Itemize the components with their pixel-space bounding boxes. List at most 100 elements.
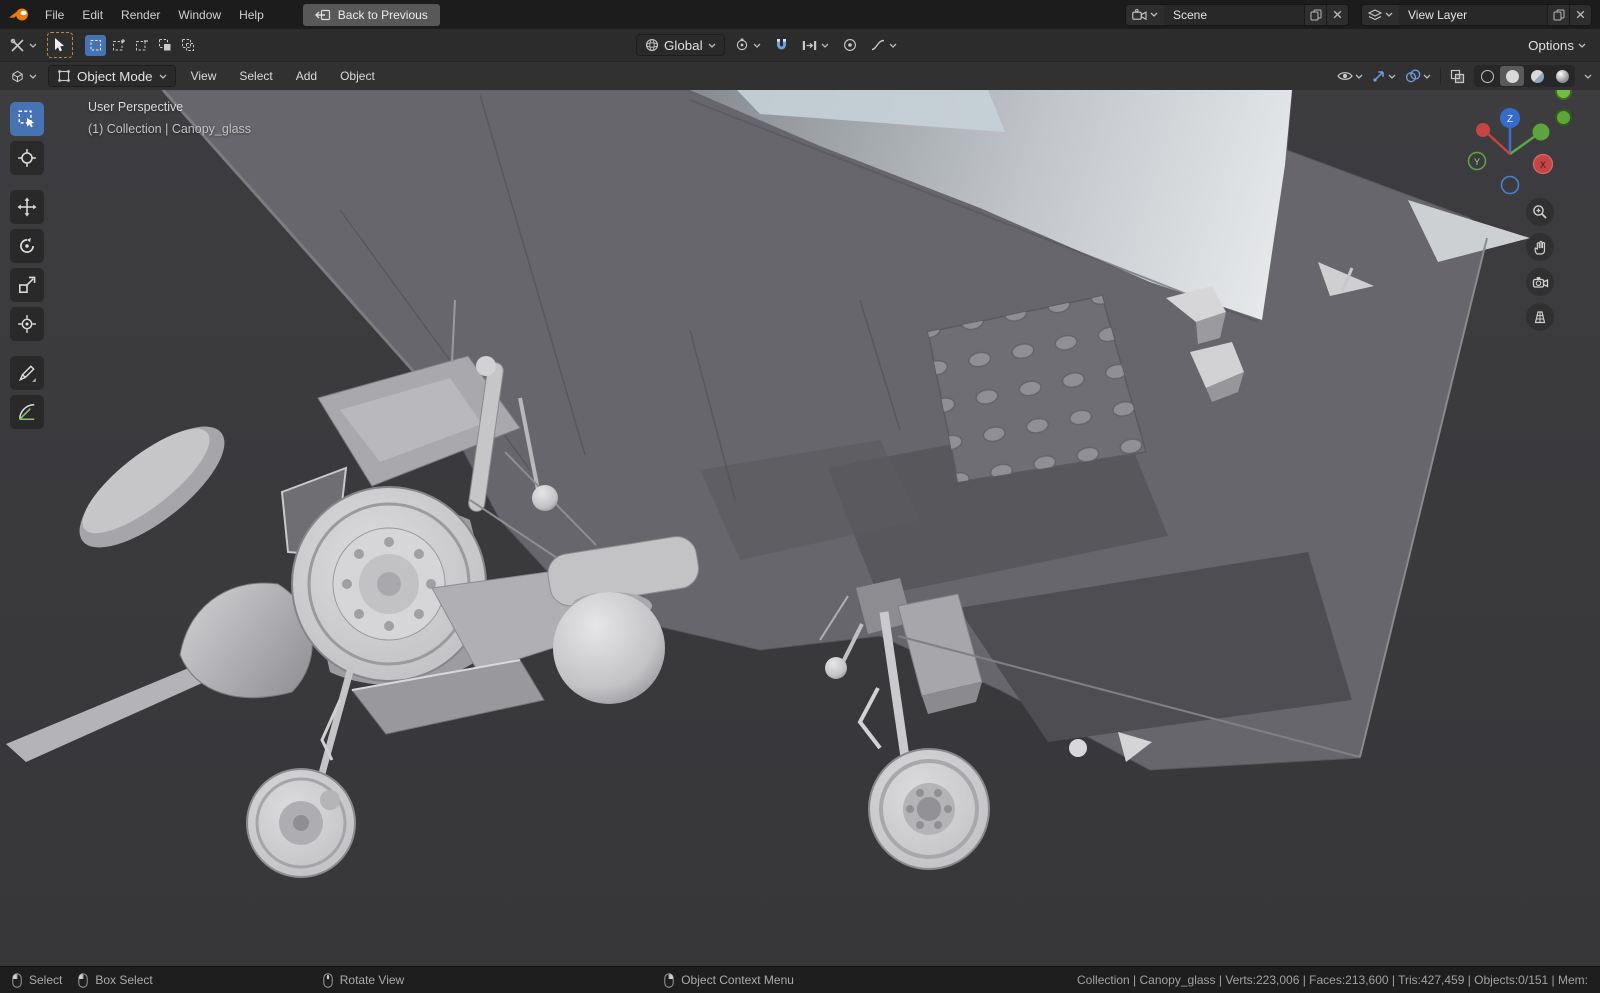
rotate-tool[interactable] bbox=[10, 229, 44, 263]
view-layer-browse-button[interactable] bbox=[1362, 5, 1399, 25]
editor-type-button[interactable] bbox=[6, 65, 41, 87]
scene-browse-button[interactable] bbox=[1126, 5, 1164, 25]
scene-statistics: Collection | Canopy_glass | Verts:223,00… bbox=[1077, 973, 1588, 987]
chevron-down-icon bbox=[1388, 74, 1396, 79]
pivot-point-dropdown[interactable] bbox=[731, 34, 765, 56]
chevron-down-icon bbox=[821, 43, 829, 48]
navigation-gizmo[interactable]: Z Y X bbox=[1464, 104, 1556, 196]
shading-options-chevron-icon[interactable] bbox=[1584, 74, 1592, 79]
menu-help[interactable]: Help bbox=[230, 5, 273, 25]
new-scene-button[interactable] bbox=[1304, 5, 1326, 25]
camera-view-button[interactable] bbox=[1526, 268, 1554, 296]
options-label: Options bbox=[1528, 38, 1574, 53]
shading-material-button[interactable] bbox=[1525, 66, 1549, 86]
gizmo-x-label: X bbox=[1540, 160, 1546, 170]
new-view-layer-button[interactable] bbox=[1547, 5, 1569, 25]
select-mode-subtract[interactable] bbox=[131, 35, 152, 56]
status-bar: Select Box Select Rotate View Object Con… bbox=[0, 966, 1600, 993]
snap-toggle[interactable] bbox=[771, 34, 792, 56]
blender-logo-icon[interactable] bbox=[8, 7, 30, 22]
gizmos-dropdown[interactable] bbox=[1372, 69, 1396, 83]
snap-settings-dropdown[interactable] bbox=[798, 34, 833, 56]
chevron-down-icon bbox=[1150, 12, 1158, 17]
tool-settings-dropdown[interactable] bbox=[6, 34, 41, 56]
pan-button[interactable] bbox=[1526, 233, 1554, 261]
visibility-dropdown[interactable] bbox=[1337, 70, 1363, 82]
tool-icon bbox=[10, 38, 25, 53]
menu-add[interactable]: Add bbox=[288, 66, 325, 86]
menu-select[interactable]: Select bbox=[231, 66, 280, 86]
select-box-tool[interactable] bbox=[10, 102, 44, 136]
shading-wireframe-button[interactable] bbox=[1475, 66, 1499, 86]
hint-context-menu: Object Context Menu bbox=[664, 973, 794, 988]
scene-name[interactable]: Scene bbox=[1164, 5, 1304, 25]
mode-dropdown[interactable]: Object Mode bbox=[48, 65, 176, 87]
select-mode-intersect[interactable] bbox=[177, 35, 198, 56]
solid-sphere-icon bbox=[1506, 70, 1519, 83]
select-mode-extend[interactable] bbox=[108, 35, 129, 56]
shading-mode-group bbox=[1474, 65, 1575, 87]
proportional-falloff-dropdown[interactable] bbox=[867, 34, 901, 56]
viewport-overlay-text: User Perspective (1) Collection | Canopy… bbox=[88, 100, 251, 136]
transform-tool[interactable] bbox=[10, 307, 44, 341]
layers-icon bbox=[1368, 9, 1382, 21]
chevron-down-icon bbox=[29, 74, 37, 79]
menu-render[interactable]: Render bbox=[112, 5, 169, 25]
hint-rotate-view: Rotate View bbox=[323, 973, 404, 988]
chevron-down-icon bbox=[29, 43, 37, 48]
menu-window[interactable]: Window bbox=[169, 5, 230, 25]
view-layer-name[interactable]: View Layer bbox=[1399, 5, 1547, 25]
scene-selector: Scene bbox=[1125, 4, 1349, 26]
proportional-editing-toggle[interactable] bbox=[839, 34, 861, 56]
viewport-3d[interactable]: User Perspective (1) Collection | Canopy… bbox=[0, 90, 1600, 966]
unlink-scene-button[interactable] bbox=[1326, 5, 1348, 25]
shading-solid-button[interactable] bbox=[1500, 66, 1524, 86]
toolbar bbox=[10, 102, 44, 429]
remove-view-layer-button[interactable] bbox=[1569, 5, 1591, 25]
collection-color-dot bbox=[1555, 109, 1572, 126]
cursor-tool[interactable] bbox=[10, 141, 44, 175]
active-tool-indicator[interactable] bbox=[47, 32, 73, 58]
snap-target-icon bbox=[802, 39, 817, 52]
cursor-arrow-icon bbox=[53, 37, 67, 53]
menu-edit[interactable]: Edit bbox=[73, 5, 112, 25]
transform-orientation-dropdown[interactable]: Global bbox=[636, 34, 725, 56]
proportional-circle-icon bbox=[843, 38, 857, 52]
zoom-button[interactable] bbox=[1526, 198, 1554, 226]
measure-tool[interactable] bbox=[10, 395, 44, 429]
duplicate-icon bbox=[1310, 9, 1322, 21]
scale-tool[interactable] bbox=[10, 268, 44, 302]
magnet-icon bbox=[775, 38, 788, 52]
shading-rendered-button[interactable] bbox=[1550, 66, 1574, 86]
back-to-previous-button[interactable]: Back to Previous bbox=[303, 4, 440, 26]
chevron-down-icon bbox=[753, 43, 761, 48]
grid-icon bbox=[1532, 309, 1548, 325]
chevron-down-icon bbox=[889, 43, 897, 48]
xray-toggle[interactable] bbox=[1450, 69, 1465, 84]
menu-object[interactable]: Object bbox=[332, 66, 383, 86]
hint-label: Box Select bbox=[95, 973, 152, 987]
menu-view[interactable]: View bbox=[183, 66, 225, 86]
select-mode-new[interactable] bbox=[85, 35, 106, 56]
overlays-dropdown[interactable] bbox=[1405, 69, 1431, 83]
menu-file[interactable]: File bbox=[36, 5, 73, 25]
xray-icon bbox=[1450, 69, 1465, 84]
options-dropdown[interactable]: Options bbox=[1524, 34, 1590, 56]
back-icon bbox=[315, 9, 331, 21]
rendered-sphere-icon bbox=[1556, 70, 1569, 83]
annotate-tool[interactable] bbox=[10, 356, 44, 390]
hint-label: Rotate View bbox=[340, 973, 404, 987]
orthographic-toggle-button[interactable] bbox=[1526, 303, 1554, 331]
hand-icon bbox=[1532, 239, 1548, 255]
chevron-down-icon bbox=[708, 43, 716, 48]
active-collection-label: (1) Collection | Canopy_glass bbox=[88, 122, 251, 136]
gizmo-arrow-icon bbox=[1372, 69, 1386, 83]
back-button-label: Back to Previous bbox=[338, 8, 428, 22]
view-perspective-label: User Perspective bbox=[88, 100, 251, 114]
object-mode-icon bbox=[57, 69, 71, 83]
select-mode-invert[interactable] bbox=[154, 35, 175, 56]
material-sphere-icon bbox=[1531, 70, 1544, 83]
gizmo-y-label: Y bbox=[1474, 157, 1480, 167]
move-tool[interactable] bbox=[10, 190, 44, 224]
orientation-globe-icon bbox=[645, 38, 659, 52]
